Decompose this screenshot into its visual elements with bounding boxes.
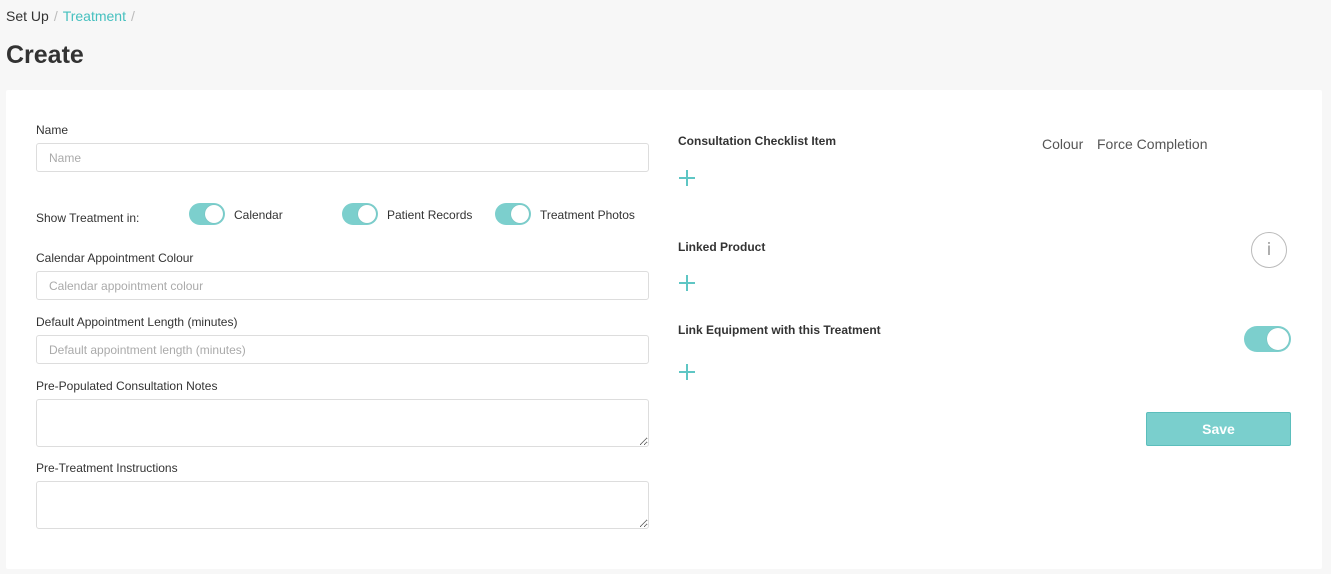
calendar-toggle[interactable] [189,203,225,225]
treatment-photos-toggle-label: Treatment Photos [540,208,635,222]
consultation-notes-textarea[interactable] [36,399,649,447]
name-label: Name [36,123,69,137]
add-checklist-item-plus-icon[interactable] [679,170,695,186]
pre-treatment-textarea[interactable] [36,481,649,529]
toggle-knob [1267,328,1289,350]
add-linked-product-plus-icon[interactable] [679,275,695,291]
link-equipment-toggle[interactable] [1244,326,1291,352]
name-input[interactable] [36,143,649,172]
patient-records-toggle-label: Patient Records [387,208,473,222]
treatment-photos-toggle[interactable] [495,203,531,225]
info-icon[interactable]: i [1251,232,1287,268]
default-length-input[interactable] [36,335,649,364]
calendar-colour-input[interactable] [36,271,649,300]
form-card: Name Show Treatment in: Calendar Patient… [6,90,1322,569]
calendar-colour-label: Calendar Appointment Colour [36,251,194,265]
toggle-knob [511,205,529,223]
show-treatment-label: Show Treatment in: [36,211,140,225]
breadcrumb-separator: / [130,8,135,24]
linked-product-title: Linked Product [678,240,766,254]
breadcrumb-separator: / [53,8,58,24]
link-equipment-title: Link Equipment with this Treatment [678,323,881,337]
add-equipment-plus-icon[interactable] [679,364,695,380]
pre-treatment-label: Pre-Treatment Instructions [36,461,178,475]
force-completion-column-header: Force Completion [1097,136,1208,152]
save-button[interactable]: Save [1146,412,1291,446]
toggle-knob [358,205,376,223]
default-length-label: Default Appointment Length (minutes) [36,315,238,329]
patient-records-toggle[interactable] [342,203,378,225]
breadcrumb-item-setup[interactable]: Set Up [6,8,49,24]
breadcrumb: Set Up / Treatment / [6,8,140,24]
colour-column-header: Colour [1042,136,1084,152]
toggle-knob [205,205,223,223]
calendar-toggle-label: Calendar [234,208,283,222]
page-title: Create [6,41,84,69]
breadcrumb-item-treatment[interactable]: Treatment [63,8,126,24]
checklist-title: Consultation Checklist Item [678,134,837,148]
consultation-notes-label: Pre-Populated Consultation Notes [36,379,218,393]
